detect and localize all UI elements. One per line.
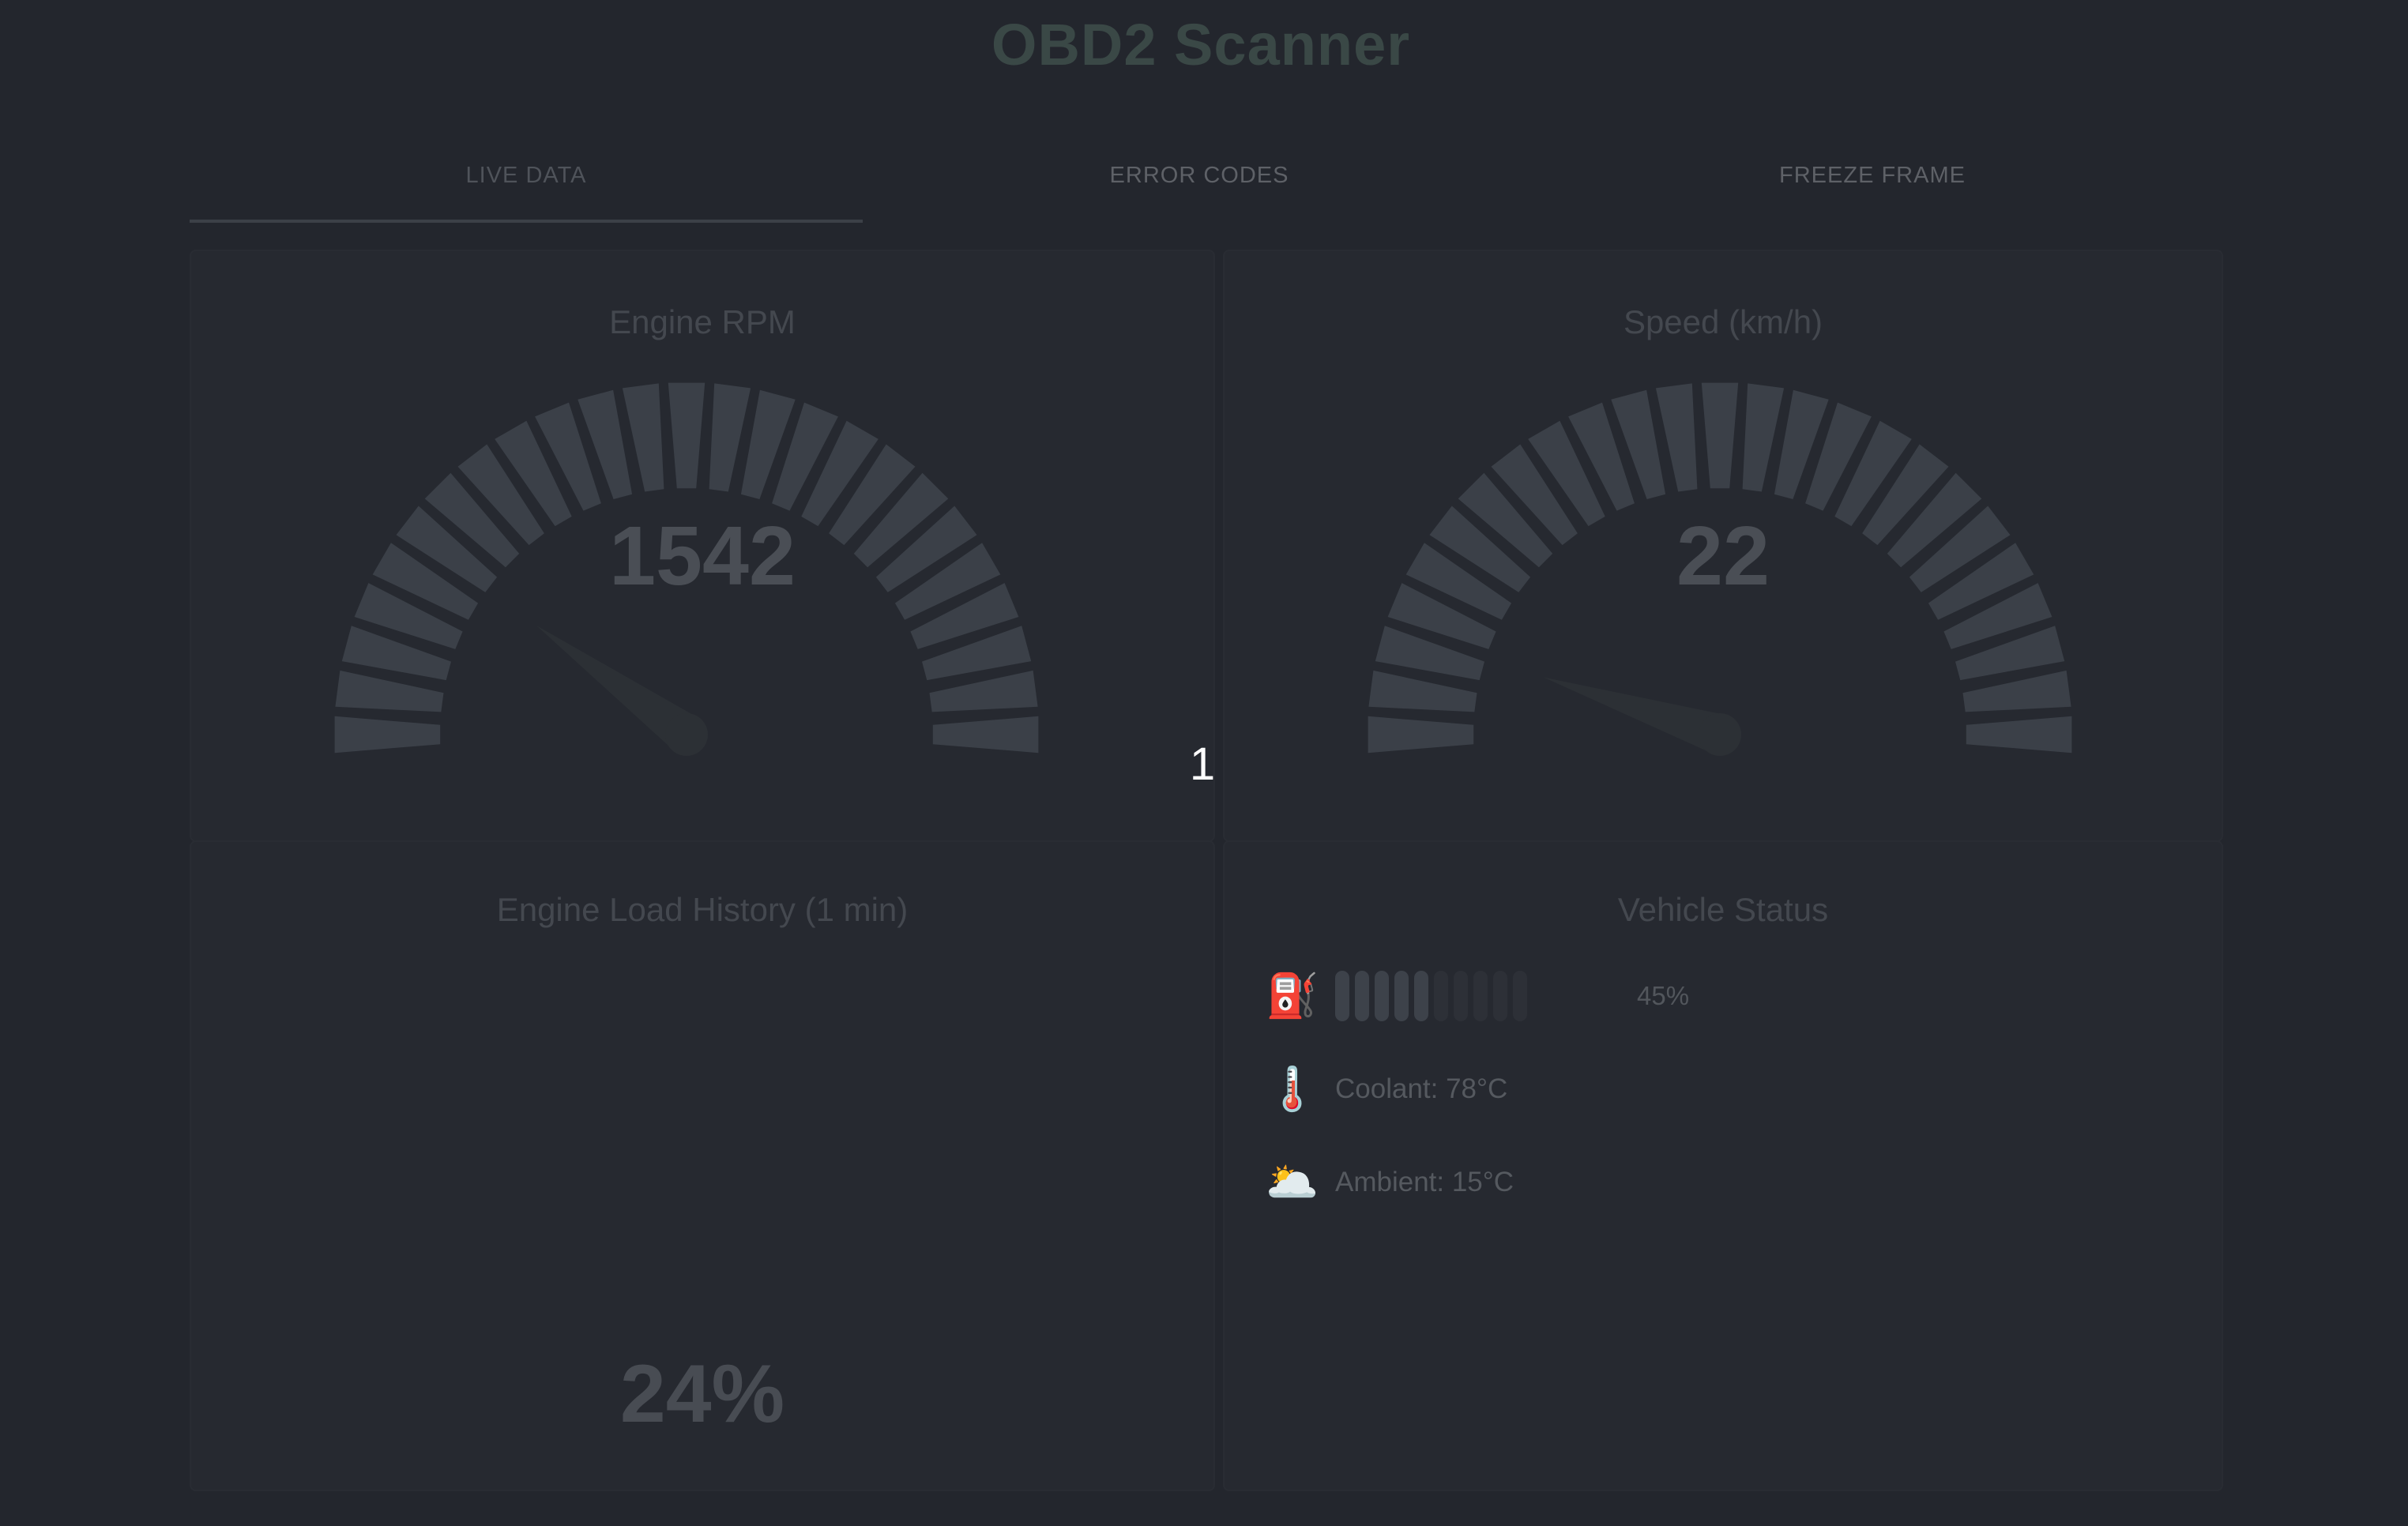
- ambient-row: 🌥️ Ambient: 15°C: [1266, 1155, 1819, 1210]
- tab-live-data[interactable]: LIVE DATA: [190, 163, 863, 189]
- active-tab-indicator: [190, 220, 863, 223]
- thermometer-icon: 🌡️: [1266, 1066, 1319, 1113]
- speed-gauge-tick: [1966, 716, 2072, 754]
- rpm-gauge-tick: [334, 716, 441, 754]
- fuel-level-segment: [1434, 971, 1448, 1021]
- fuel-level-segment: [1394, 971, 1409, 1021]
- speed-gauge-value: 22: [1676, 509, 1770, 603]
- rpm-gauge-tick: [668, 382, 705, 489]
- fuel-level-segment: [1414, 971, 1428, 1021]
- coolant-temp-text: Coolant: 78°C: [1335, 1073, 1508, 1104]
- tab-freeze-frame[interactable]: FREEZE FRAME: [1536, 163, 2209, 189]
- engine-load-value: 24%: [619, 1348, 785, 1440]
- rpm-gauge-value: 1542: [609, 509, 796, 603]
- speed-gauge-hub: [1699, 713, 1741, 756]
- fuel-pump-icon: ⛽: [1266, 972, 1319, 1020]
- app-title: OBD2 Scanner: [991, 12, 1411, 77]
- speed-gauge-tick: [1701, 382, 1739, 489]
- speed-gauge-needle: [1543, 677, 1726, 754]
- page-marker: 1: [1189, 739, 1216, 790]
- fuel-level-segment: [1375, 971, 1389, 1021]
- vehicle-status-title: Vehicle Status: [1617, 891, 1829, 928]
- fuel-level-row: ⛽ 45%: [1266, 968, 1819, 1024]
- sun-behind-cloud-icon: 🌥️: [1266, 1159, 1319, 1206]
- engine-load-panel: Engine Load History (1 min) 24%: [190, 840, 1215, 1491]
- fuel-level-segment: [1454, 971, 1468, 1021]
- engine-load-title: Engine Load History (1 min): [496, 891, 909, 928]
- speed-gauge-panel: Speed (km/h) 22: [1223, 250, 2223, 842]
- fuel-level-segment: [1355, 971, 1369, 1021]
- speed-gauge-tick: [1368, 716, 1474, 754]
- tab-error-codes[interactable]: ERROR CODES: [863, 163, 1536, 189]
- fuel-level-segment: [1473, 971, 1488, 1021]
- fuel-level-segment: [1493, 971, 1507, 1021]
- rpm-gauge-tick: [932, 716, 1039, 754]
- fuel-level-percent: 45%: [1637, 981, 1690, 1010]
- vehicle-status-panel: Vehicle Status ⛽ 45% 🌡️ Coolant: 78°C 🌥️…: [1223, 840, 2223, 1491]
- fuel-level-segment: [1513, 971, 1527, 1021]
- rpm-gauge-hub: [665, 713, 708, 756]
- coolant-row: 🌡️ Coolant: 78°C: [1266, 1062, 1819, 1117]
- fuel-level-segment: [1335, 971, 1349, 1021]
- ambient-temp-text: Ambient: 15°C: [1335, 1167, 1514, 1197]
- rpm-gauge-panel: Engine RPM 1542: [190, 250, 1215, 842]
